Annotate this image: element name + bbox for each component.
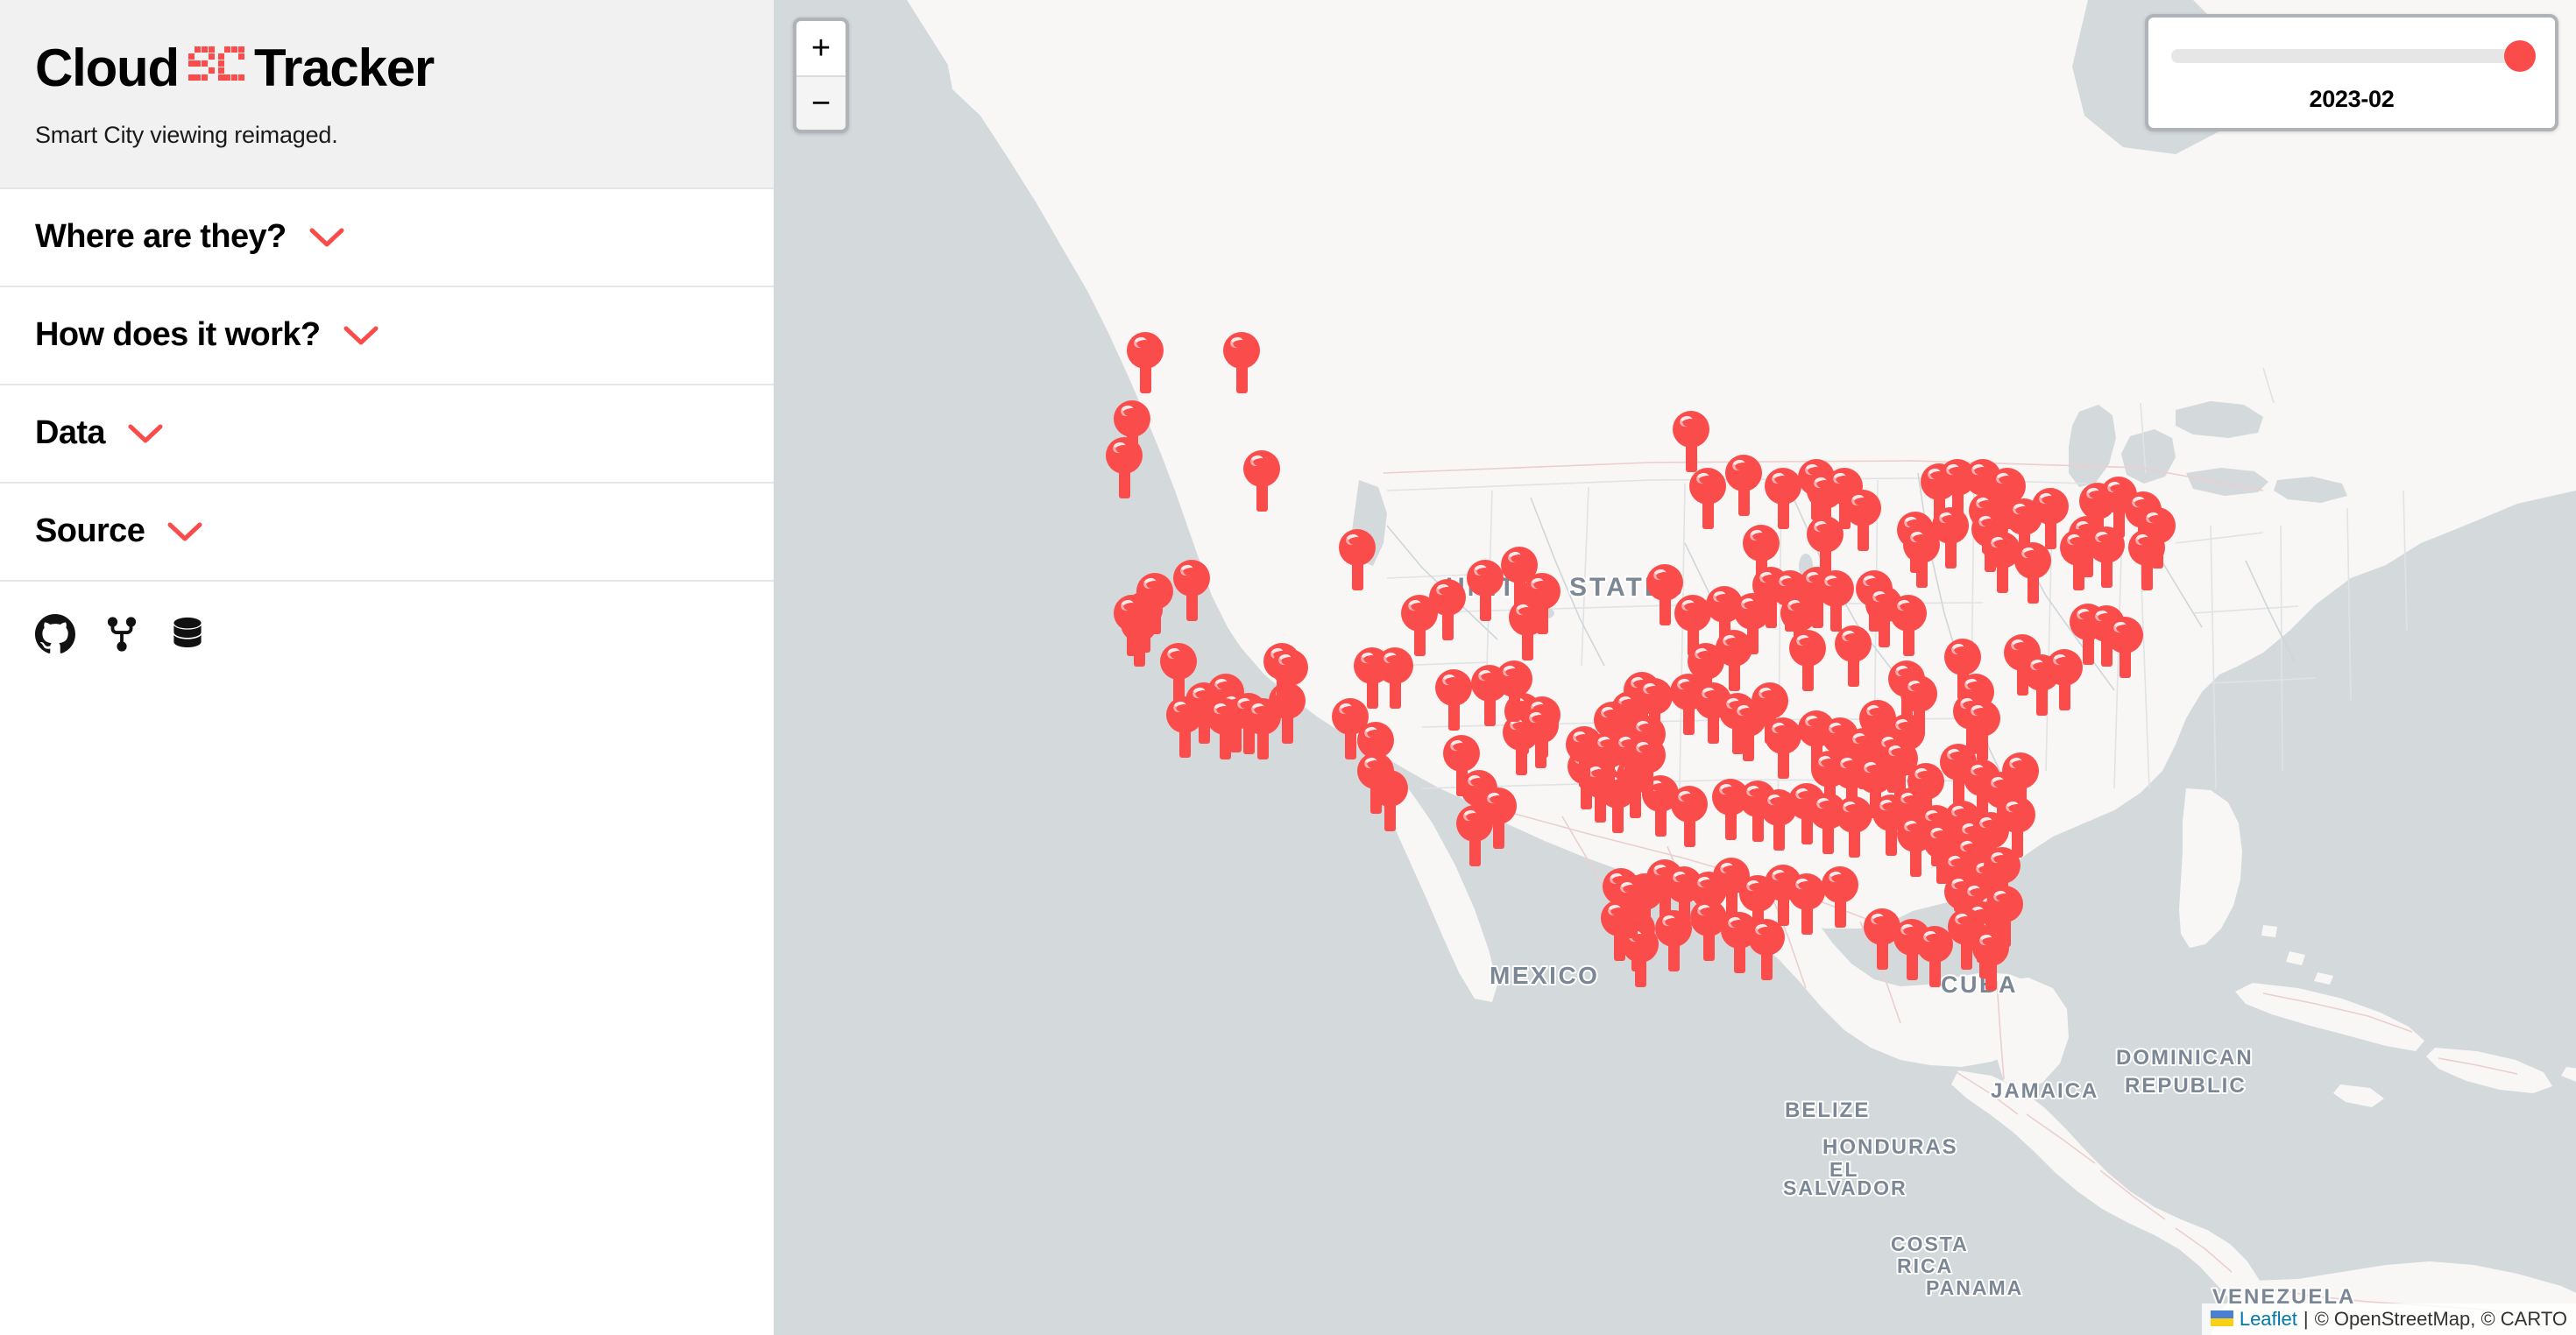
- map-marker-pin[interactable]: [1429, 579, 1466, 640]
- map-container[interactable]: .land { fill:#f8f7f5; } .bdr { fill:none…: [774, 0, 2576, 1335]
- chevron-down-icon[interactable]: [167, 521, 202, 542]
- map-marker-pin[interactable]: [2014, 542, 2051, 604]
- map-marker-pin[interactable]: [1655, 910, 1692, 971]
- map-marker-pin[interactable]: [1765, 717, 1801, 779]
- map-marker-pin[interactable]: [1173, 560, 1210, 621]
- map-marker-pin[interactable]: [1890, 595, 1927, 656]
- map-marker-pin[interactable]: [1788, 873, 1825, 935]
- sidebar-links-row: [0, 582, 774, 668]
- code-fork-icon[interactable]: [103, 614, 140, 654]
- slider-value-label: 2023-02: [2309, 86, 2395, 112]
- map-marker-pin[interactable]: [1748, 919, 1785, 980]
- map-marker-pin[interactable]: [1900, 675, 1937, 737]
- map-marker-pin[interactable]: [1456, 805, 1493, 866]
- zoom-out-button[interactable]: −: [796, 75, 846, 130]
- map-marker-pin[interactable]: [2046, 649, 2083, 710]
- map-marker-pin[interactable]: [2128, 529, 2165, 590]
- attribution-sources: © OpenStreetMap, © CARTO: [2314, 1307, 2567, 1330]
- map-marker-pin[interactable]: [1844, 490, 1881, 551]
- brand-tagline: Smart City viewing reimaged.: [35, 121, 338, 148]
- map-marker-pin[interactable]: [1916, 926, 1953, 987]
- map-marker-pin[interactable]: [1106, 437, 1143, 498]
- map-marker-pin[interactable]: [1166, 696, 1203, 758]
- accordion-label: Data: [35, 414, 106, 452]
- map-marker-pin[interactable]: [1817, 570, 1854, 632]
- zoom-in-button[interactable]: +: [796, 21, 846, 75]
- chevron-down-icon[interactable]: [343, 325, 379, 346]
- map-marker-pin[interactable]: [2060, 529, 2097, 590]
- map-marker-pin[interactable]: [1443, 735, 1480, 796]
- map-marker-pin[interactable]: [1725, 455, 1762, 516]
- brand-title-part1: Cloud: [35, 39, 180, 97]
- map-marker-pin[interactable]: [1271, 649, 1308, 710]
- map-marker-pin[interactable]: [2002, 752, 2039, 814]
- map-marker-pin[interactable]: [1496, 660, 1532, 722]
- accordion-label: Where are they?: [35, 218, 287, 256]
- map-marker-pin[interactable]: [1673, 411, 1709, 472]
- map-marker-pin[interactable]: [1114, 595, 1150, 656]
- map-marker-pin[interactable]: [1964, 700, 2000, 761]
- map-marker-pin[interactable]: [1243, 450, 1280, 512]
- map-marker-pin[interactable]: [1114, 400, 1150, 462]
- github-icon[interactable]: [35, 613, 75, 654]
- slider-track[interactable]: [2171, 49, 2532, 63]
- map-marker-pin[interactable]: [1357, 752, 1394, 814]
- ukraine-flag-icon: [2210, 1310, 2233, 1327]
- map-marker-pin[interactable]: [1944, 639, 1981, 700]
- app-root: Cloud Tracker Smart City viewing reimage…: [0, 0, 2576, 1335]
- map-marker-pin[interactable]: [1522, 707, 1559, 768]
- map-marker-pin[interactable]: [1127, 332, 1164, 393]
- database-icon[interactable]: [168, 614, 207, 654]
- map-marker-pin[interactable]: [1734, 593, 1771, 654]
- map-marker-pin[interactable]: [1671, 786, 1708, 847]
- zoom-control[interactable]: + −: [793, 18, 849, 133]
- map-marker-pin[interactable]: [1789, 630, 1826, 691]
- chevron-down-icon[interactable]: [309, 227, 344, 248]
- map-marker-pin[interactable]: [1160, 643, 1197, 704]
- map-marker-pin[interactable]: [1807, 516, 1844, 577]
- marker-layer: [774, 0, 2576, 1335]
- accordion-item-source[interactable]: Source: [0, 483, 774, 582]
- map-marker-pin[interactable]: [1467, 560, 1504, 621]
- map-marker-pin[interactable]: [1822, 866, 1858, 928]
- map-marker-pin[interactable]: [1716, 630, 1752, 691]
- map-marker-pin[interactable]: [1339, 529, 1376, 590]
- time-slider-panel[interactable]: 2023-02: [2145, 14, 2558, 131]
- map-marker-pin[interactable]: [1730, 700, 1766, 761]
- map-marker-pin[interactable]: [1743, 525, 1780, 586]
- map-marker-pin[interactable]: [2106, 617, 2143, 678]
- leaflet-link[interactable]: Leaflet: [2240, 1308, 2297, 1330]
- slider-thumb[interactable]: [2504, 40, 2536, 72]
- map-marker-pin[interactable]: [1984, 847, 2020, 908]
- page-title: Cloud Tracker: [35, 39, 739, 97]
- map-marker-pin[interactable]: [1780, 595, 1817, 656]
- brand-title-part2: Tracker: [253, 39, 435, 97]
- map-marker-pin[interactable]: [1765, 468, 1801, 529]
- map-attribution: Leaflet | © OpenStreetMap, © CARTO: [2201, 1303, 2576, 1335]
- map-marker-pin[interactable]: [1376, 647, 1413, 709]
- brand-block: Cloud Tracker Smart City viewing reimage…: [0, 0, 774, 189]
- map-marker-pin[interactable]: [1835, 625, 1872, 687]
- map-marker-pin[interactable]: [1435, 669, 1472, 731]
- map-marker-pin[interactable]: [1509, 599, 1546, 660]
- map-marker-pin[interactable]: [1601, 900, 1638, 961]
- sc-logo-icon: [188, 46, 244, 84]
- map-marker-pin[interactable]: [1223, 332, 1260, 393]
- accordion-label: How does it work?: [35, 316, 321, 354]
- accordion-item-where-are-they[interactable]: Where are they?: [0, 188, 774, 287]
- sidebar: Cloud Tracker Smart City viewing reimage…: [0, 0, 774, 1335]
- chevron-down-icon[interactable]: [128, 423, 163, 444]
- accordion-label: Source: [35, 512, 145, 550]
- map-marker-pin[interactable]: [1629, 737, 1666, 798]
- accordion-item-how-does-it-work[interactable]: How does it work?: [0, 286, 774, 385]
- attribution-separator: |: [2303, 1307, 2309, 1330]
- map-marker-pin[interactable]: [1972, 929, 2009, 991]
- map-marker-pin[interactable]: [1689, 468, 1726, 529]
- time-slider[interactable]: [2171, 40, 2536, 72]
- map-marker-pin[interactable]: [2032, 488, 2069, 549]
- map-marker-pin[interactable]: [1999, 796, 2035, 858]
- map-marker-pin[interactable]: [1836, 796, 1872, 858]
- map-marker-pin[interactable]: [1932, 507, 1969, 569]
- accordion-item-data[interactable]: Data: [0, 385, 774, 484]
